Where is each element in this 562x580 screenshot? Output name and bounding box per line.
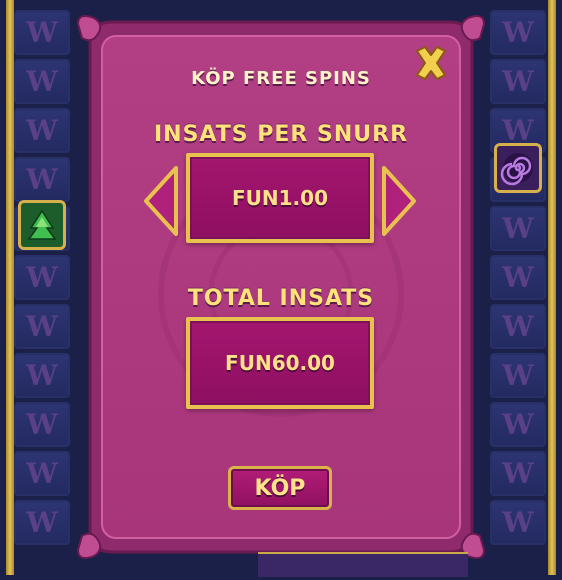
total-bet-value: FUN60.00: [186, 317, 374, 409]
reel-symbol: W: [14, 10, 70, 55]
total-bet-label: TOTAL INSATS: [187, 286, 375, 311]
tree-icon: [18, 200, 66, 250]
reel-symbol: W: [490, 451, 546, 496]
dialog-title: KÖP FREE SPINS: [191, 68, 371, 89]
reel-symbol: W: [14, 255, 70, 300]
reel-symbol: W: [490, 500, 546, 545]
decrease-bet-button[interactable]: [142, 164, 180, 238]
reel-symbol: W: [490, 304, 546, 349]
increase-bet-button[interactable]: [380, 164, 418, 238]
spiral-icon: [494, 143, 542, 193]
reel-symbol: W: [490, 402, 546, 447]
bet-per-spin-label: INSATS PER SNURR: [153, 122, 409, 147]
reel-symbol: W: [14, 451, 70, 496]
reel-symbol: W: [490, 206, 546, 251]
reel-symbol: W: [14, 304, 70, 349]
right-reel-column: W W W W W W W W W W W: [490, 10, 548, 580]
arrow-right-icon: [382, 166, 416, 236]
buy-button[interactable]: KÖP: [228, 466, 332, 510]
arrow-left-icon: [144, 166, 178, 236]
reel-symbol: W: [490, 353, 546, 398]
left-reel-column: W W W W W W W W W W W: [14, 10, 72, 580]
reel-symbol: W: [490, 59, 546, 104]
reel-symbol: W: [490, 255, 546, 300]
reel-symbol: W: [14, 157, 70, 202]
reel-frame-right: [548, 0, 556, 575]
reel-symbol: W: [14, 59, 70, 104]
bet-per-spin-value: FUN1.00: [186, 153, 374, 243]
reel-symbol: W: [14, 500, 70, 545]
reel-symbol: W: [14, 402, 70, 447]
reel-symbol: W: [490, 10, 546, 55]
reel-symbol: W: [14, 353, 70, 398]
bottom-bar: [258, 552, 468, 577]
reel-frame-left: [6, 0, 14, 575]
reel-symbol: W: [14, 108, 70, 153]
